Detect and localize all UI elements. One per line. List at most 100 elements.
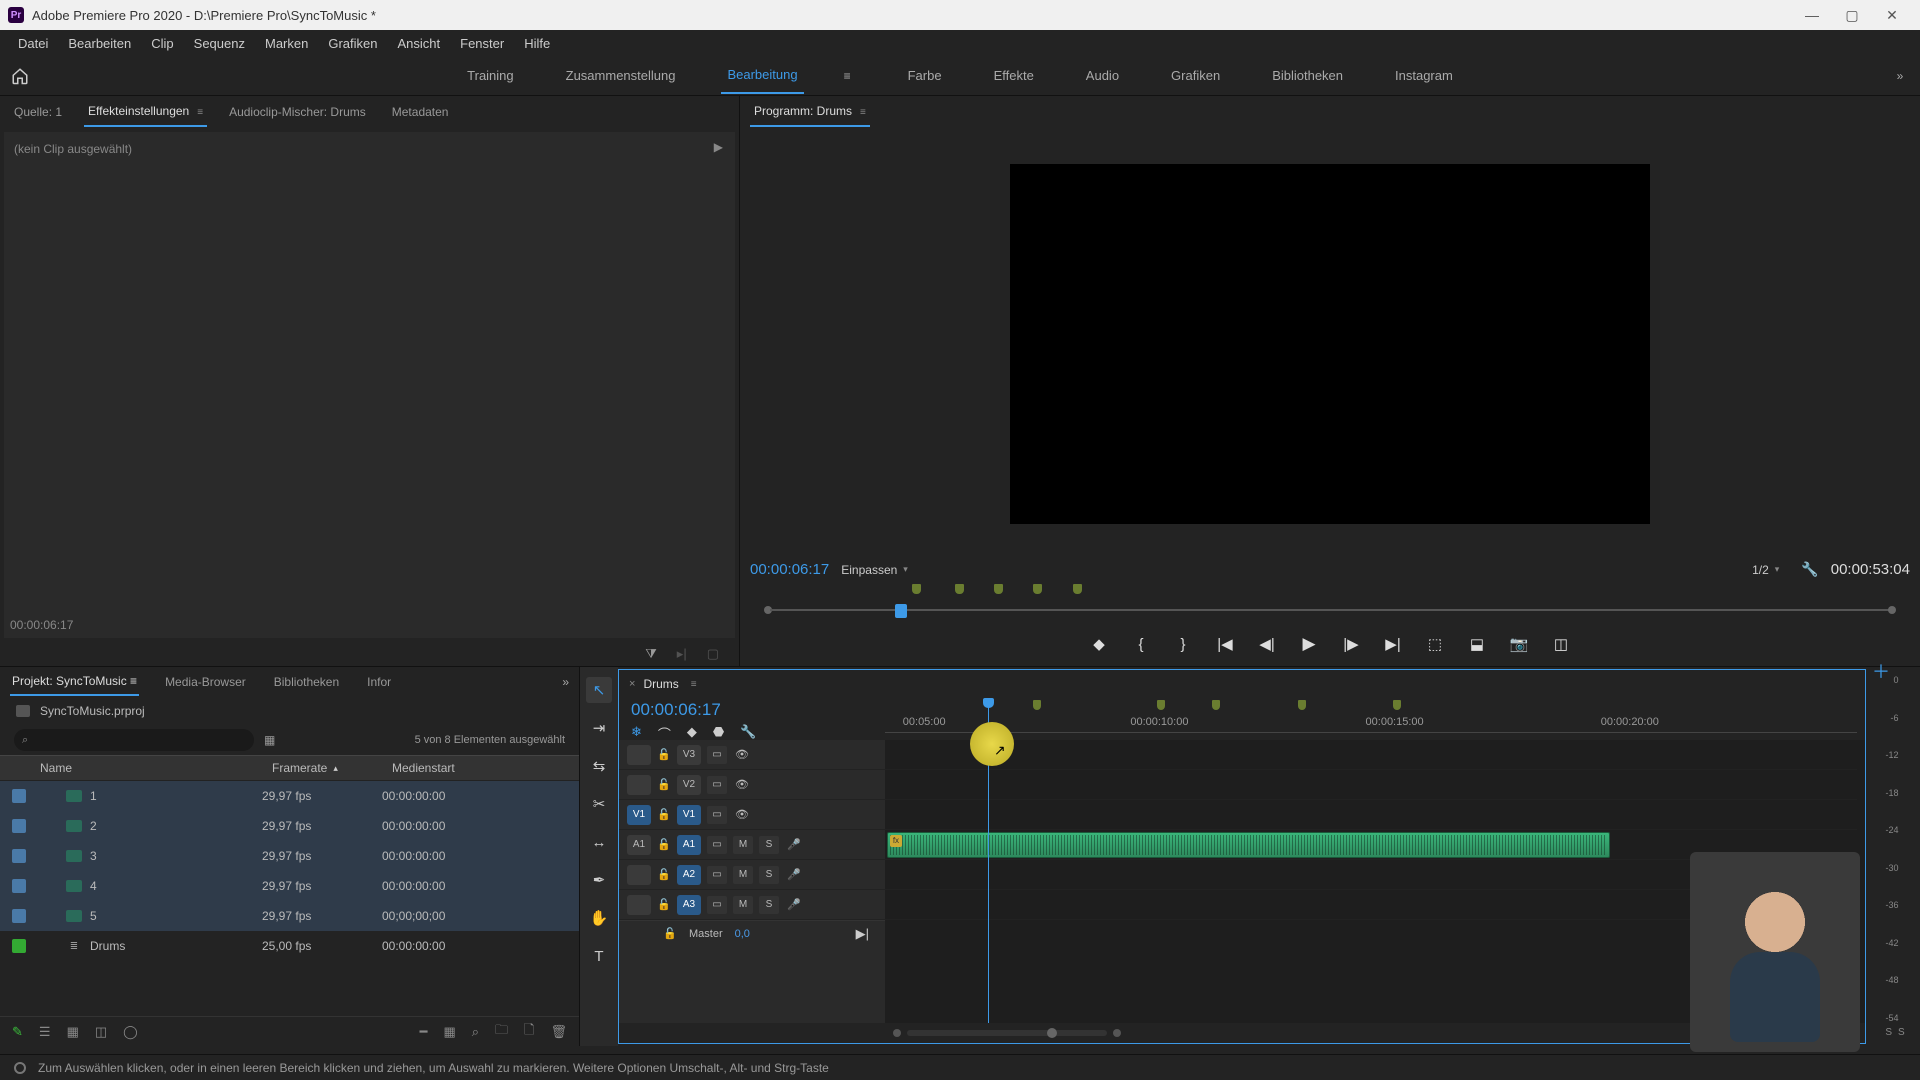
new-item-icon[interactable]: 🗋 <box>524 1021 534 1043</box>
menu-ansicht[interactable]: Ansicht <box>387 32 450 55</box>
mute-button[interactable]: M <box>733 866 753 884</box>
label-color-icon[interactable]: ✎ <box>12 1024 23 1040</box>
zoom-slider-handle[interactable] <box>1047 1028 1057 1038</box>
project-search-field[interactable] <box>34 734 246 746</box>
home-icon[interactable] <box>0 56 40 96</box>
hand-tool[interactable]: ✋ <box>586 905 612 931</box>
project-row[interactable]: 529,97 fps00;00;00;00 <box>0 901 579 931</box>
panel-menu-icon[interactable]: ≡ <box>197 107 203 118</box>
zoom-slider-icon[interactable]: ━ <box>420 1024 428 1040</box>
add-marker-button[interactable]: ◆ <box>1089 635 1109 653</box>
mute-button[interactable]: M <box>733 896 753 914</box>
insert-icon[interactable]: ▸| <box>677 646 687 662</box>
window-close-button[interactable]: ✕ <box>1872 0 1912 30</box>
audio-track-header[interactable]: 🔓A2▭MS🎤 <box>619 860 885 890</box>
video-track-header[interactable]: V1🔓V1▭👁 <box>619 800 885 830</box>
menu-fenster[interactable]: Fenster <box>450 32 514 55</box>
panel-menu-icon[interactable]: ≡ <box>130 674 137 688</box>
program-marker[interactable] <box>1073 584 1082 594</box>
project-row[interactable]: 429,97 fps00:00:00:00 <box>0 871 579 901</box>
sort-icon[interactable]: ◯ <box>123 1024 138 1040</box>
timeline-marker[interactable] <box>1298 700 1306 710</box>
new-bin-icon[interactable]: 🗀 <box>495 1021 508 1043</box>
source-patch[interactable] <box>627 895 651 915</box>
go-to-out-button[interactable]: ▶| <box>1383 635 1403 653</box>
panel-collapse-icon[interactable]: ▶ <box>714 140 723 154</box>
workspace-tab-bearbeitung[interactable]: Bearbeitung <box>721 57 803 94</box>
delete-icon[interactable]: 🗑 <box>550 1024 567 1040</box>
menu-sequenz[interactable]: Sequenz <box>184 32 255 55</box>
menu-grafiken[interactable]: Grafiken <box>318 32 387 55</box>
track-lock-icon[interactable]: 🔓 <box>663 927 677 940</box>
menu-hilfe[interactable]: Hilfe <box>514 32 560 55</box>
program-playhead[interactable] <box>895 604 907 618</box>
program-monitor[interactable] <box>750 132 1910 555</box>
project-tabs-overflow-icon[interactable]: » <box>562 675 569 689</box>
track-lock-icon[interactable]: 🔓 <box>657 868 671 881</box>
step-forward-button[interactable]: |▶ <box>1341 635 1361 653</box>
extract-button[interactable]: ⬓ <box>1467 635 1487 653</box>
mark-out-button[interactable]: } <box>1173 636 1193 653</box>
play-button[interactable]: ▶ <box>1299 634 1319 654</box>
program-marker[interactable] <box>912 584 921 594</box>
project-row[interactable]: 229,97 fps00:00:00:00 <box>0 811 579 841</box>
program-settings-icon[interactable]: 🔧 <box>1801 561 1818 578</box>
track-lock-icon[interactable]: 🔓 <box>657 838 671 851</box>
window-minimize-button[interactable]: — <box>1792 0 1832 30</box>
track-lane[interactable] <box>885 770 1857 800</box>
project-column-headers[interactable]: Name Framerate▴ Medienstart <box>0 755 579 781</box>
tab-quelle[interactable]: Quelle: 1 <box>10 98 66 126</box>
workspace-tab-instagram[interactable]: Instagram <box>1389 58 1459 93</box>
voiceover-icon[interactable]: 🎤 <box>785 898 803 911</box>
type-tool[interactable]: T <box>586 943 612 969</box>
workspace-tab-effekte[interactable]: Effekte <box>988 58 1040 93</box>
menu-bearbeiten[interactable]: Bearbeiten <box>58 32 141 55</box>
program-resolution-dropdown[interactable]: 1/2▾ <box>1752 563 1779 577</box>
selection-tool[interactable]: ↖ <box>586 677 612 703</box>
source-patch[interactable] <box>627 745 651 765</box>
voiceover-icon[interactable]: 🎤 <box>785 868 803 881</box>
filter-icon[interactable]: ⧩ <box>645 646 657 662</box>
column-name[interactable]: Name <box>12 761 272 775</box>
track-lock-icon[interactable]: 🔓 <box>657 808 671 821</box>
video-track-header[interactable]: 🔓V3▭👁 <box>619 740 885 770</box>
zoom-end-handle[interactable] <box>1113 1029 1121 1037</box>
sequence-tab[interactable]: Drums <box>643 677 678 691</box>
automate-to-sequence-icon[interactable]: ▦ <box>443 1024 455 1040</box>
workspace-tab-audio[interactable]: Audio <box>1080 58 1125 93</box>
slip-tool[interactable]: ↔ <box>586 829 612 855</box>
project-row[interactable]: ≣Drums25,00 fps00:00:00:00 <box>0 931 579 961</box>
track-visibility-icon[interactable]: 👁 <box>733 748 751 761</box>
sync-lock-icon[interactable]: ▭ <box>707 836 727 854</box>
step-back-button[interactable]: ◀| <box>1257 635 1277 653</box>
sync-lock-icon[interactable]: ▭ <box>707 746 727 764</box>
list-view-icon[interactable]: ☰ <box>39 1024 51 1040</box>
go-to-next-icon[interactable]: ▶| <box>856 926 869 942</box>
target-patch[interactable]: A2 <box>677 865 701 885</box>
export-frame-button[interactable]: 📷 <box>1509 635 1529 653</box>
timeline-marker[interactable] <box>1157 700 1165 710</box>
program-marker[interactable] <box>1033 584 1042 594</box>
track-visibility-icon[interactable]: 👁 <box>733 808 751 821</box>
program-marker-strip[interactable] <box>758 584 1902 598</box>
master-value[interactable]: 0,0 <box>735 928 750 940</box>
solo-button[interactable]: S <box>759 836 779 854</box>
program-zoom-dropdown[interactable]: Einpassen▾ <box>841 563 908 577</box>
project-search-input[interactable]: ⌕ <box>14 729 254 751</box>
button-editor-add-icon[interactable]: ＋ <box>1872 658 1890 684</box>
workspace-tab-farbe[interactable]: Farbe <box>902 58 948 93</box>
panel-menu-icon[interactable]: ≡ <box>860 107 866 118</box>
sync-lock-icon[interactable]: ▭ <box>707 866 727 884</box>
track-visibility-icon[interactable]: 👁 <box>733 778 751 791</box>
tab-info[interactable]: Infor <box>365 669 393 695</box>
panel-menu-icon[interactable]: ≡ <box>691 679 697 690</box>
tab-media-browser[interactable]: Media-Browser <box>163 669 248 695</box>
track-lane[interactable] <box>885 800 1857 830</box>
freeform-view-icon[interactable]: ◫ <box>95 1024 107 1040</box>
timeline-marker[interactable] <box>1212 700 1220 710</box>
track-lock-icon[interactable]: 🔓 <box>657 748 671 761</box>
menu-datei[interactable]: Datei <box>8 32 58 55</box>
target-patch[interactable]: V2 <box>677 775 701 795</box>
project-row[interactable]: 129,97 fps00:00:00:00 <box>0 781 579 811</box>
audio-track-header[interactable]: 🔓A3▭MS🎤 <box>619 890 885 920</box>
